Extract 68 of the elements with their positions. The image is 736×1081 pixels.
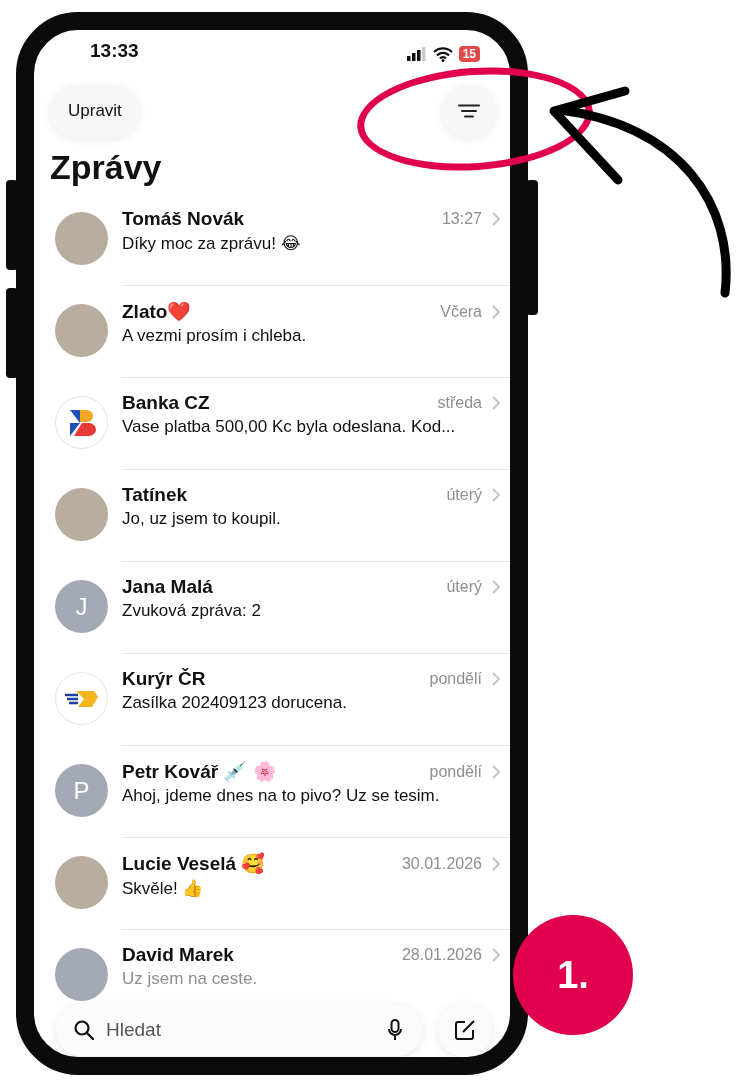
message-date: 28.01.2026	[401, 946, 482, 964]
conversation-item[interactable]: Tomáš Novák 13:27 Díky moc za zprávu! 😂	[34, 195, 510, 287]
avatar-initial: P	[55, 764, 108, 817]
message-date: 30.01.2026	[401, 854, 482, 873]
edit-button[interactable]: Upravit	[50, 84, 140, 138]
avatar-initial: J	[55, 580, 108, 633]
battery-level: 15	[458, 46, 480, 62]
courier-logo-icon	[55, 672, 108, 725]
message-preview: Zasílka 202409123 dorucena.	[122, 693, 348, 713]
photo-placeholder	[55, 304, 108, 357]
filter-icon	[458, 104, 480, 118]
message-date: středa	[437, 394, 482, 412]
search-field[interactable]: Hledat	[56, 1004, 422, 1056]
chevron-icon	[492, 948, 500, 962]
conversation-item[interactable]: Lucie Veselá 🥰 30.01.2026 Skvěle! 👍	[34, 839, 510, 931]
message-date: úterý	[446, 486, 482, 504]
message-preview: A vezmi prosím i chleba.	[122, 326, 308, 346]
search-input[interactable]: Hledat	[104, 1018, 378, 1042]
photo-placeholder	[55, 488, 108, 541]
contact-name: Kurýr ČR	[122, 668, 206, 690]
conversation-item[interactable]: Kurýr ČR pondělí Zasílka 202409123 dorucena.	[34, 655, 510, 747]
message-date: úterý	[446, 578, 482, 596]
message-preview: Ahoj, jdeme dnes na to pivo? Uz se tesim.	[122, 786, 441, 806]
compose-icon	[454, 1019, 476, 1041]
status-time: 13:33	[90, 40, 139, 62]
chevron-icon	[492, 580, 500, 594]
bank-logo-icon	[55, 396, 108, 449]
wifi-icon	[432, 46, 453, 62]
chevron-icon	[492, 304, 500, 319]
chevron-icon	[492, 672, 500, 686]
message-preview: Uz jsem na ceste.	[122, 969, 259, 989]
contact-name: David Marek	[122, 944, 234, 966]
message-date: pondělí	[429, 670, 482, 688]
chevron-icon	[492, 764, 500, 779]
conversation-item[interactable]: J Jana Malá úterý Zvuková zpráva: 2	[34, 563, 510, 655]
message-preview: Díky moc za zprávu! 😂	[122, 233, 302, 254]
conversation-item[interactable]: P Petr Kovář 💉 🌸 pondělí Ahoj, jdeme dnes na to pivo? Uz se tesim.	[34, 747, 510, 839]
message-preview: Zvuková zpráva: 2	[122, 601, 262, 621]
contact-name: Zlato❤	[122, 300, 192, 323]
avatar-circle	[55, 948, 108, 1001]
signal-icon	[406, 47, 427, 61]
message-date: 13:27	[441, 210, 482, 228]
photo-placeholder	[55, 212, 108, 265]
conversation-item[interactable]: David Marek 28.01.2026 Uz jsem na ceste.	[34, 931, 510, 1003]
message-preview: Skvěle! 👍	[122, 878, 205, 899]
photo-placeholder	[55, 856, 108, 909]
contact-name: Banka CZ	[122, 392, 210, 414]
message-preview: Vase platba 500,00 Kc byla odeslana. Kod...	[122, 417, 457, 437]
search-icon	[74, 1020, 94, 1040]
conversation-item[interactable]: Banka CZ středa Vase platba 500,00 Kc byla odeslana. Kod...	[34, 379, 510, 471]
contact-name: Lucie Veselá 🥰	[122, 852, 266, 875]
chevron-icon	[492, 488, 500, 502]
compose-button[interactable]	[438, 1003, 492, 1057]
contact-name: Tatínek	[122, 484, 188, 506]
conversation-item[interactable]: Tatínek úterý Jo, uz jsem to koupil.	[34, 471, 510, 563]
contact-name: Petr Kovář 💉 🌸	[122, 760, 277, 783]
microphone-icon[interactable]	[388, 1019, 402, 1041]
chevron-icon	[492, 212, 500, 226]
message-preview: Jo, uz jsem to koupil.	[122, 509, 282, 529]
contact-name: Jana Malá	[122, 576, 213, 598]
message-date: pondělí	[429, 762, 482, 781]
conversation-item[interactable]: Zlato❤ Včera A vezmi prosím i chleba.	[34, 287, 510, 379]
message-date: Včera	[440, 302, 482, 321]
chevron-icon	[492, 396, 500, 410]
step-badge: 1.	[513, 915, 633, 1035]
contact-name: Tomáš Novák	[122, 208, 245, 230]
chevron-icon	[492, 856, 500, 871]
page-title: Zprávy	[50, 148, 163, 187]
